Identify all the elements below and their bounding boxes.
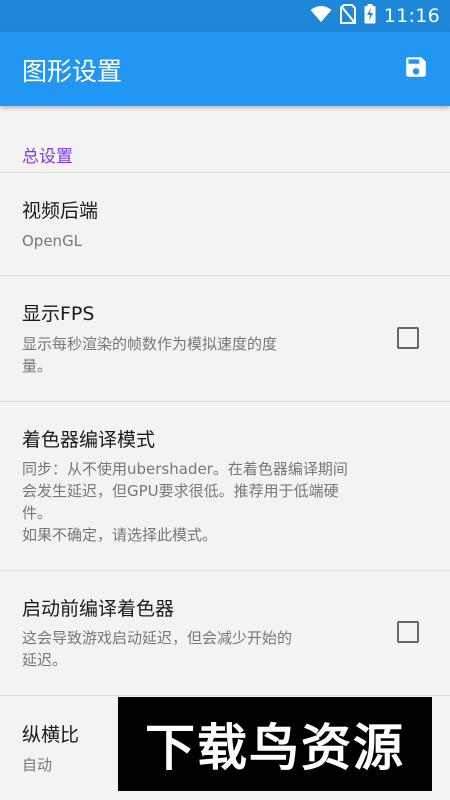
status-icons: 11:16 (310, 0, 440, 32)
pref-video-backend[interactable]: 视频后端 OpenGL (0, 173, 450, 275)
battery-charging-icon (364, 4, 376, 28)
pref-summary: 显示每秒渲染的帧数作为模拟速度的度 量。 (22, 335, 278, 375)
watermark: 下载鸟资源 (118, 697, 432, 791)
status-time: 11:16 (383, 5, 440, 27)
pref-summary: 同步：从不使用ubershader。在着色器编译期间 会发生延迟，但GPU要求很… (22, 460, 348, 544)
pref-title: 着色器编译模式 (22, 429, 156, 451)
pref-title: 启动前编译着色器 (22, 598, 175, 620)
wifi-icon (310, 5, 332, 27)
section-header-general: 总设置 (22, 147, 73, 167)
pref-summary: OpenGL (22, 232, 83, 250)
pref-title: 显示FPS (22, 303, 95, 325)
watermark-text: 下载鸟资源 (145, 719, 405, 777)
pref-shader-compilation-mode[interactable]: 着色器编译模式 同步：从不使用ubershader。在着色器编译期间 会发生延迟… (0, 402, 450, 570)
no-sim-icon (339, 4, 356, 28)
page-title: 图形设置 (22, 57, 123, 86)
show-fps-checkbox[interactable] (397, 327, 419, 349)
status-bar: 11:16 (0, 0, 450, 32)
pref-compile-shaders-before-start[interactable]: 启动前编译着色器 这会导致游戏启动延迟，但会减少开始的 延迟。 (0, 571, 450, 695)
compile-shaders-checkbox[interactable] (397, 621, 419, 643)
pref-title: 视频后端 (22, 200, 99, 222)
pref-title: 纵横比 (22, 724, 80, 746)
pref-show-fps[interactable]: 显示FPS 显示每秒渲染的帧数作为模拟速度的度 量。 (0, 276, 450, 401)
app-bar: 图形设置 (0, 32, 450, 106)
save-icon (403, 54, 429, 84)
save-button[interactable] (396, 49, 436, 89)
pref-summary: 这会导致游戏启动延迟，但会减少开始的 延迟。 (22, 629, 293, 669)
